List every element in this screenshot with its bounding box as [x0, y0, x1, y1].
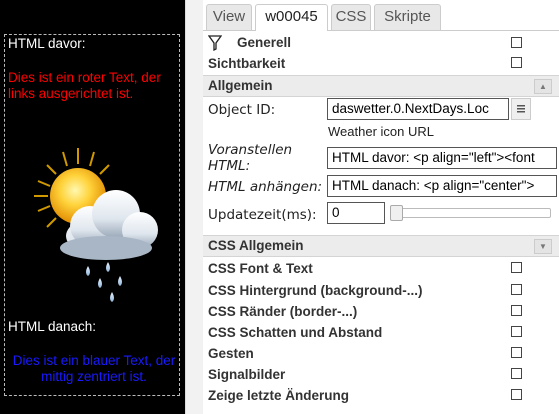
object-id-input[interactable]: daswetter.0.NextDays.Loc	[327, 98, 509, 120]
slider-handle[interactable]	[390, 205, 403, 221]
group-sichtbarkeit-label: Sichtbarkeit	[208, 56, 286, 71]
red-left-text: Dies ist ein roter Text, der links ausge…	[8, 70, 161, 101]
tab-bar: View w00045 CSS Skripte	[203, 0, 559, 31]
collapse-down-icon[interactable]: ▼	[534, 239, 552, 254]
group-allgemein[interactable]: Allgemein ▲	[203, 75, 559, 97]
prepend-html-input[interactable]: HTML davor: <p align="left"><font	[327, 147, 557, 169]
css-raender-checkbox[interactable]	[511, 305, 522, 316]
zeige-checkbox[interactable]	[511, 389, 522, 400]
list-icon	[517, 105, 525, 113]
group-signalbilder-label: Signalbilder	[208, 367, 286, 382]
filter-icon[interactable]	[208, 35, 222, 51]
group-zeige-letzte-aenderung[interactable]: Zeige letzte Änderung	[203, 385, 559, 406]
collapse-up-icon[interactable]: ▲	[534, 79, 552, 94]
signalbilder-checkbox[interactable]	[511, 368, 522, 379]
group-zeige-label: Zeige letzte Änderung	[208, 388, 350, 403]
html-after-text: HTML danach:	[8, 319, 97, 334]
append-html-input[interactable]: HTML danach: <p align="center">	[327, 175, 557, 197]
group-css-raender-label: CSS Ränder (border-...)	[208, 304, 358, 319]
tab-w00045[interactable]: w00045	[255, 4, 328, 31]
group-css-font-label: CSS Font & Text	[208, 261, 313, 276]
update-time-input[interactable]: 0	[327, 202, 385, 224]
update-time-slider[interactable]	[391, 208, 551, 218]
css-hintergrund-checkbox[interactable]	[511, 284, 522, 295]
tab-skripte[interactable]: Skripte	[374, 4, 441, 30]
group-css-raender[interactable]: CSS Ränder (border-...)	[203, 301, 559, 322]
css-schatten-checkbox[interactable]	[511, 326, 522, 337]
group-signalbilder[interactable]: Signalbilder	[203, 364, 559, 385]
group-css-allgemein-label: CSS Allgemein	[208, 238, 304, 253]
group-css-allgemein[interactable]: CSS Allgemein ▼	[203, 235, 559, 257]
group-generell[interactable]: Generell	[203, 33, 559, 53]
tab-view[interactable]: View	[206, 4, 252, 30]
group-css-hintergrund-label: CSS Hintergrund (background-...)	[208, 283, 423, 298]
tab-css[interactable]: CSS	[331, 4, 371, 30]
update-time-label: Updatezeit(ms):	[208, 207, 317, 223]
group-gesten-label: Gesten	[208, 346, 254, 361]
properties-panel: View w00045 CSS Skripte Generell Sichtba…	[203, 0, 559, 414]
group-gesten[interactable]: Gesten	[203, 343, 559, 364]
group-css-schatten[interactable]: CSS Schatten und Abstand	[203, 322, 559, 343]
group-sichtbarkeit[interactable]: Sichtbarkeit	[203, 53, 559, 74]
sun-cloud-rain-icon	[34, 148, 158, 302]
group-css-hintergrund[interactable]: CSS Hintergrund (background-...)	[203, 280, 559, 301]
group-generell-label: Generell	[237, 35, 292, 50]
blue-center-text: Dies ist ein blauer Text, der mittig zen…	[12, 353, 176, 384]
gesten-checkbox[interactable]	[511, 347, 522, 358]
generell-checkbox[interactable]	[511, 37, 522, 48]
css-font-checkbox[interactable]	[511, 262, 522, 273]
sichtbarkeit-checkbox[interactable]	[511, 57, 522, 68]
prepend-html-label: Voranstellen HTML:	[208, 142, 293, 174]
append-html-label: HTML anhängen:	[208, 179, 323, 195]
rain-drops	[86, 262, 122, 302]
group-css-schatten-label: CSS Schatten und Abstand	[208, 325, 383, 340]
object-id-hint: Weather icon URL	[328, 124, 434, 139]
object-id-picker-button[interactable]	[511, 98, 531, 120]
panel-splitter[interactable]	[185, 0, 203, 414]
group-allgemein-label: Allgemein	[208, 78, 273, 93]
widget-preview: HTML davor: Dies ist ein roter Text, der…	[0, 0, 185, 414]
group-css-font[interactable]: CSS Font & Text	[203, 258, 559, 279]
object-id-label: Object ID:	[208, 102, 276, 118]
html-before-text: HTML davor:	[8, 36, 86, 51]
